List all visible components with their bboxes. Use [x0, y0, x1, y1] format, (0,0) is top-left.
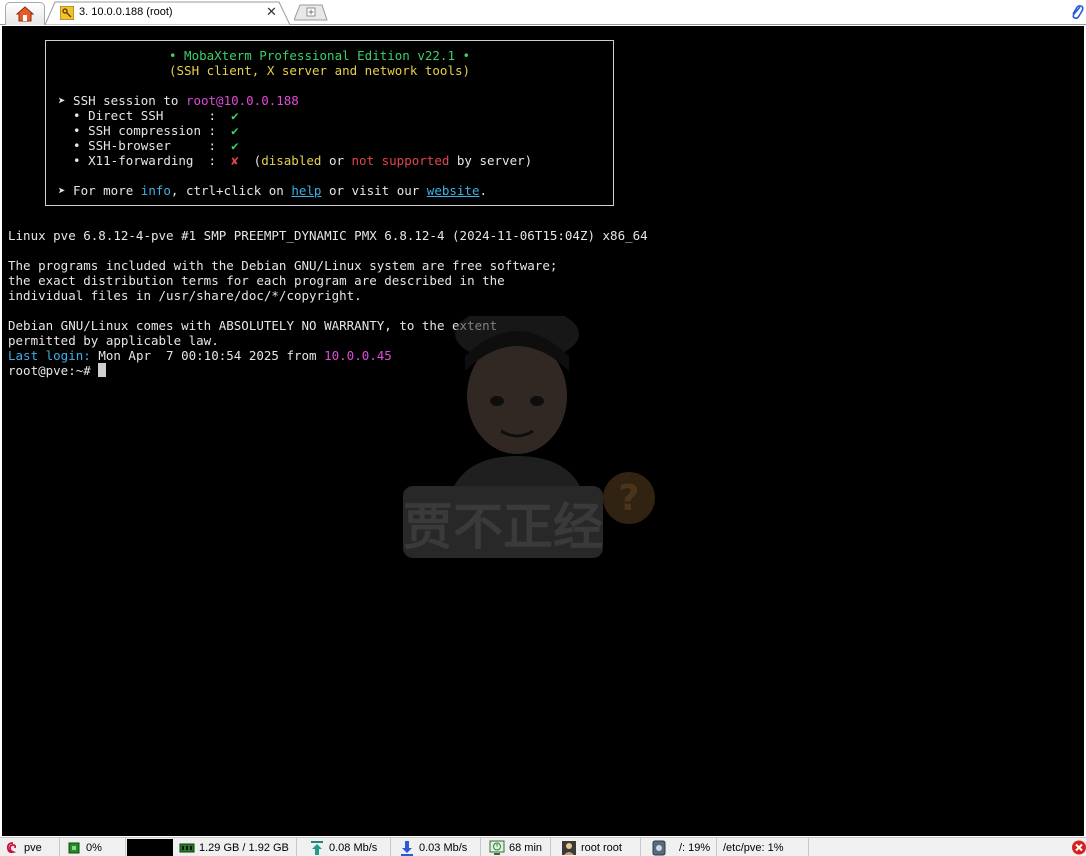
session-tab-label: 3. 10.0.0.188 (root) — [79, 6, 173, 18]
session-tab[interactable]: 3. 10.0.0.188 (root) ✕ — [45, 1, 291, 25]
terminal[interactable]: • MobaXterm Professional Edition v22.1 •… — [2, 26, 1084, 836]
last-login-line: Last login: Mon Apr 7 00:10:54 2025 from… — [8, 348, 392, 363]
ssh-key-icon — [60, 6, 74, 20]
tab-bar: 3. 10.0.0.188 (root) ✕ — [0, 0, 1086, 25]
upload-icon — [311, 840, 323, 855]
more-info-line: ➤ For more info, ctrl+click on help or v… — [58, 183, 488, 198]
ssh-browser-line: • SSH-browser : ✔ — [58, 138, 239, 153]
status-bar: pve 0% 1.29 GB / 1.92 GB 0.08 Mb/s 0.03 … — [0, 837, 1086, 856]
shell-prompt: root@pve:~# — [8, 363, 99, 378]
motd-line-3: individual files in /usr/share/doc/*/cop… — [8, 288, 362, 303]
uname-line: Linux pve 6.8.12-4-pve #1 SMP PREEMPT_DY… — [8, 228, 648, 243]
svg-text:?: ? — [619, 478, 640, 519]
ssh-session-line: ➤ SSH session to root@10.0.0.188 — [58, 93, 299, 108]
watermark-text: 贾不正经 — [403, 498, 603, 556]
info-link[interactable]: info — [141, 183, 171, 198]
banner-title: • MobaXterm Professional Edition v22.1 • — [169, 48, 471, 63]
status-cpu: 0% — [62, 838, 126, 856]
new-tab-button[interactable] — [294, 4, 328, 21]
paperclip-icon[interactable] — [1070, 3, 1084, 21]
help-link[interactable]: help — [291, 183, 321, 198]
close-tab-button[interactable]: ✕ — [266, 4, 277, 20]
cpu-icon — [68, 842, 80, 853]
status-disk-etc: /etc/pve: 1% — [719, 838, 809, 856]
website-link[interactable]: website — [427, 183, 480, 198]
motd-line-2: the exact distribution terms for each pr… — [8, 273, 505, 288]
download-icon — [401, 840, 413, 856]
status-disk-root: /: 19% — [647, 838, 717, 856]
status-uptime: 68 min — [485, 838, 551, 856]
user-icon — [562, 840, 576, 855]
x11-forwarding-line: • X11-forwarding : ✘ (disabled or not su… — [58, 153, 533, 168]
status-host: pve — [0, 838, 60, 856]
motd-line-1: The programs included with the Debian GN… — [8, 258, 558, 273]
home-icon — [15, 6, 35, 22]
memory-icon — [179, 843, 195, 852]
motd-line-5: permitted by applicable law. — [8, 333, 219, 348]
status-memory: 1.29 GB / 1.92 GB — [175, 838, 297, 856]
status-upload: 0.08 Mb/s — [305, 838, 391, 856]
close-session-icon[interactable] — [1071, 839, 1086, 856]
home-tab[interactable] — [5, 2, 45, 25]
text-cursor — [98, 363, 107, 377]
status-users: root root — [557, 838, 641, 856]
debian-icon — [6, 841, 17, 853]
ssh-compression-line: • SSH compression : ✔ — [58, 123, 239, 138]
direct-ssh-line: • Direct SSH : ✔ — [58, 108, 239, 123]
watermark-logo: ? 贾不正经 — [403, 316, 655, 558]
banner-subtitle: (SSH client, X server and network tools) — [169, 63, 471, 78]
cpu-graph — [127, 839, 173, 856]
new-tab-icon — [306, 7, 316, 17]
uptime-icon — [489, 840, 505, 855]
prompt-line[interactable]: root@pve:~# — [8, 363, 107, 378]
disk-icon — [652, 840, 666, 855]
status-download: 0.03 Mb/s — [395, 838, 481, 856]
